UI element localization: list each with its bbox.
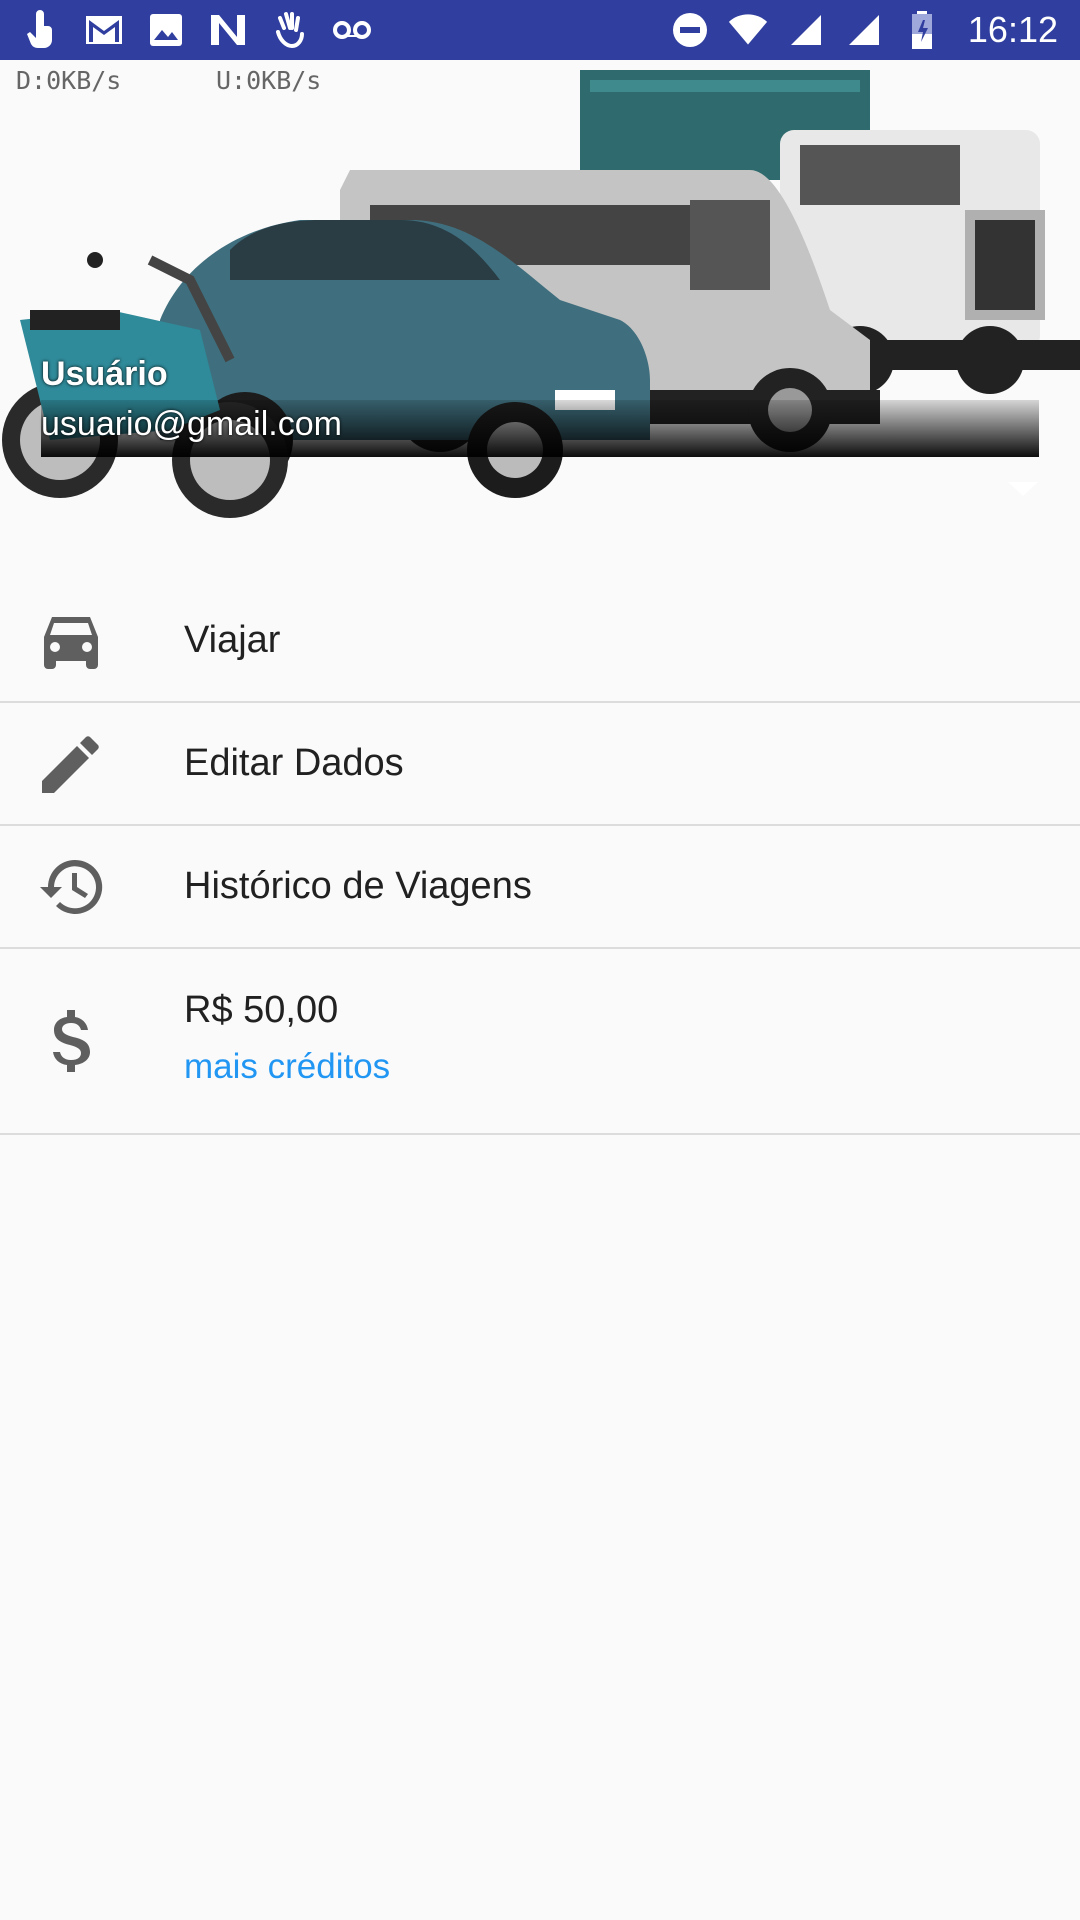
car-icon	[38, 608, 104, 674]
menu-item-label: Editar Dados	[184, 742, 404, 784]
voicemail-icon	[332, 10, 372, 50]
history-icon	[38, 854, 104, 920]
wifi-icon	[728, 10, 768, 50]
download-speed: D:0KB/s	[16, 66, 122, 95]
user-name: Usuário	[41, 355, 168, 393]
more-credits-link[interactable]: mais créditos	[184, 1047, 390, 1087]
menu-item-editar-dados[interactable]: Editar Dados	[0, 703, 1080, 826]
notification-icons	[22, 0, 372, 60]
upload-speed: U:0KB/s	[216, 66, 322, 95]
pencil-icon	[38, 731, 104, 797]
menu-item-label: Viajar	[184, 619, 281, 661]
image-icon	[146, 10, 186, 50]
menu-item-viajar[interactable]: Viajar	[0, 580, 1080, 703]
menu-item-label: Histórico de Viagens	[184, 865, 532, 907]
hand-app-icon	[270, 10, 310, 50]
battery-icon	[902, 10, 942, 50]
user-email: usuario@gmail.com	[41, 405, 342, 443]
vehicles-banner-image	[2, 70, 1080, 518]
gmail-icon	[84, 10, 124, 50]
menu-item-historico[interactable]: Histórico de Viagens	[0, 826, 1080, 949]
credit-balance: R$ 50,00	[184, 989, 339, 1031]
clock: 16:12	[967, 9, 1058, 50]
menu-item-creditos[interactable]: R$ 50,00 mais créditos	[0, 949, 1080, 1135]
touch-icon	[22, 10, 62, 50]
signal-icon	[786, 10, 826, 50]
drawer-header: D:0KB/s U:0KB/s	[0, 60, 1080, 560]
drawer-menu: Viajar Editar Dados Histórico de Viagens…	[0, 580, 1080, 1135]
status-bar: 16:12	[0, 0, 1080, 60]
system-icons: 16:12	[670, 0, 1058, 60]
n-app-icon	[208, 10, 248, 50]
do-not-disturb-icon	[670, 10, 710, 50]
account-dropdown-icon[interactable]	[1008, 482, 1038, 496]
signal-icon-2	[844, 10, 884, 50]
dollar-icon	[38, 1008, 104, 1074]
